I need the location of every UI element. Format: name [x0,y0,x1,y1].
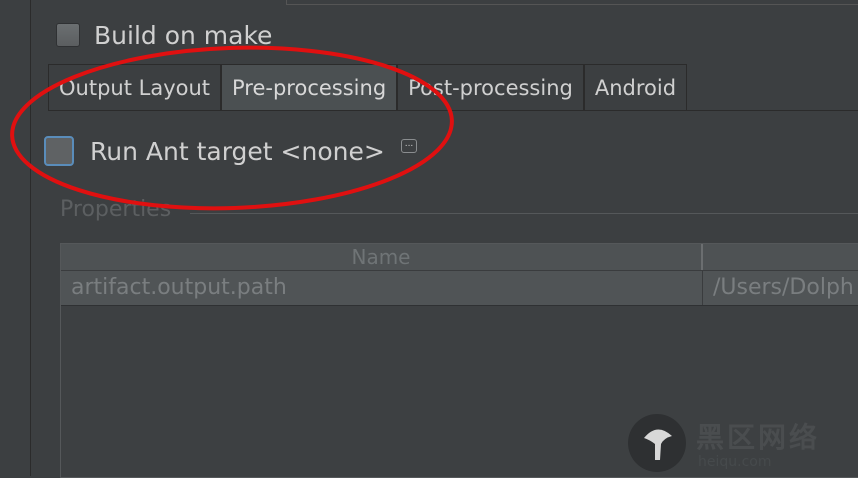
build-on-make-label[interactable]: Build on make [94,21,272,50]
column-header-name[interactable]: Name [61,244,703,270]
table-row[interactable]: artifact.output.path /Users/Dolph [61,271,858,306]
run-ant-target-row[interactable]: Run Ant target <none> [44,135,385,167]
run-ant-target-checkbox[interactable] [44,136,74,166]
properties-table-header: Name [61,244,858,271]
watermark-logo-icon [628,414,686,472]
tab-pre-processing[interactable]: Pre-processing [221,64,398,110]
top-field-edge [286,0,858,5]
property-name-cell[interactable]: artifact.output.path [61,271,703,305]
artifact-tabs: Output Layout Pre-processing Post-proces… [48,64,688,111]
property-value-cell[interactable]: /Users/Dolph [703,271,858,305]
tab-strip-divider [48,110,858,111]
tab-output-layout[interactable]: Output Layout [48,64,222,110]
tab-android[interactable]: Android [583,64,688,110]
properties-separator [190,213,858,214]
left-panel-border [0,0,31,476]
build-on-make-row[interactable]: Build on make [56,20,272,50]
watermark-text: 黑区网络 [696,421,821,454]
tab-post-processing[interactable]: Post-processing [397,64,584,110]
watermark-subtext: heiqu.com [698,454,772,470]
watermark: 黑区网络 heiqu.com [624,410,858,476]
build-on-make-checkbox[interactable] [56,23,80,47]
run-ant-target-label[interactable]: Run Ant target <none> [90,137,385,166]
properties-section-title: Properties [60,197,172,222]
column-header-value[interactable] [703,244,858,270]
select-ant-target-button[interactable]: ... [401,139,417,153]
